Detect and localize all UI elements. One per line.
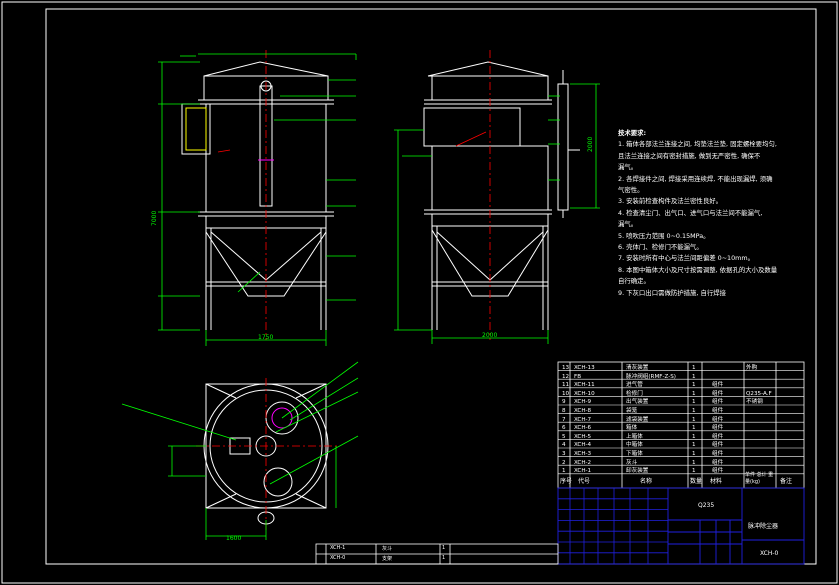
technical-notes-title: 技术要求: — [618, 129, 647, 137]
technical-note-line: 2. 各焊接件之间, 焊接采用连续焊, 不能出现漏焊, 须确 — [618, 174, 773, 183]
bom-row-no: 1 — [562, 468, 566, 475]
bottom-row-1-code: XCH-1 — [330, 545, 346, 551]
bom-header-name: 名称 — [640, 478, 653, 485]
technical-note-line: 8. 本图中箱体大小及尺寸按需调整, 依据孔的大小及数量 — [618, 265, 778, 274]
side-view — [423, 61, 580, 330]
dim-side-width: 2000 — [482, 332, 497, 339]
title-drawing-name: 脉冲除尘器 — [748, 523, 779, 530]
title-drawing-code: XCH-0 — [760, 550, 779, 557]
technical-note-line: 9. 下灰口出口需做防护措施, 自行焊接 — [618, 288, 727, 297]
bottom-parts-table — [315, 543, 559, 565]
technical-notes: 技术要求: 1. 箱体各部法兰连接之间, 均垫法兰垫, 固定螺栓要均匀, 且法兰连… — [618, 128, 818, 299]
technical-note-line: 1. 箱体各部法兰连接之间, 均垫法兰垫, 固定螺栓要均匀, — [618, 140, 777, 149]
dim-height-main: 7000 — [151, 211, 158, 226]
bom-header-no: 序号 — [560, 478, 573, 485]
plan-outlet-circle — [263, 467, 293, 497]
bom-row-name: 卸灰装置 — [626, 468, 649, 475]
technical-note-line: 漏气。 — [618, 163, 638, 172]
technical-note-line: 4. 检查清尘门、出气口、进气口与法兰间不能漏气, — [618, 208, 763, 217]
cad-drawing-canvas: 1750 7000 2000 2000 1600 技术要求: 1. 箱体各部法兰… — [0, 0, 839, 585]
side-roof — [427, 61, 549, 77]
bottom-row-1-qty: 1 — [442, 545, 446, 551]
bom-header-code: 代号 — [578, 478, 591, 485]
bom-header-note: 备注 — [780, 478, 793, 485]
bom-row-code: XCH-1 — [574, 468, 592, 475]
technical-note-line: 漏气。 — [618, 220, 638, 229]
technical-note-line: 6. 壳体门、检修门不能漏气。 — [618, 243, 703, 252]
front-view — [181, 61, 334, 330]
bom-header-material: 材料 — [710, 478, 723, 485]
bom-row-qty: 1 — [692, 468, 696, 475]
technical-note-line: 7. 安装时所有中心与法兰间距偏差 0~10mm。 — [618, 254, 755, 263]
dim-front-width: 1750 — [258, 334, 273, 341]
dim-plan-width: 1600 — [226, 535, 241, 542]
bottom-row-1-name: 灰斗 — [382, 546, 393, 552]
title-material: Q235 — [698, 502, 715, 509]
dim-height-upper: 2000 — [587, 137, 594, 152]
technical-note-line: 3. 安装前检查构件及法兰密性良好。 — [618, 197, 722, 206]
bom-row-material: 组件 — [712, 468, 724, 475]
technical-notes-lines: 1. 箱体各部法兰连接之间, 均垫法兰垫, 固定螺栓要均匀, 且法兰连接之间有密封… — [618, 139, 818, 299]
bottom-row-2-code: XCH-0 — [330, 555, 346, 561]
technical-note-line: 5. 喷吹压力范围 0~0.15MPa。 — [618, 231, 710, 240]
bottom-row-2-qty: 1 — [442, 555, 446, 561]
bom-header-qty: 数量 — [690, 478, 703, 485]
technical-note-line: 气密性。 — [618, 186, 644, 195]
technical-note-line: 自行确定。 — [618, 277, 650, 286]
bom-header-weight: 单件 总计 重量(kg) — [745, 472, 774, 485]
side-inlet-duct — [423, 107, 521, 147]
bottom-row-2-name: 支架 — [382, 556, 393, 562]
technical-note-line: 且法兰连接之间有密封措施, 做到无严密性, 确保不 — [618, 151, 761, 160]
